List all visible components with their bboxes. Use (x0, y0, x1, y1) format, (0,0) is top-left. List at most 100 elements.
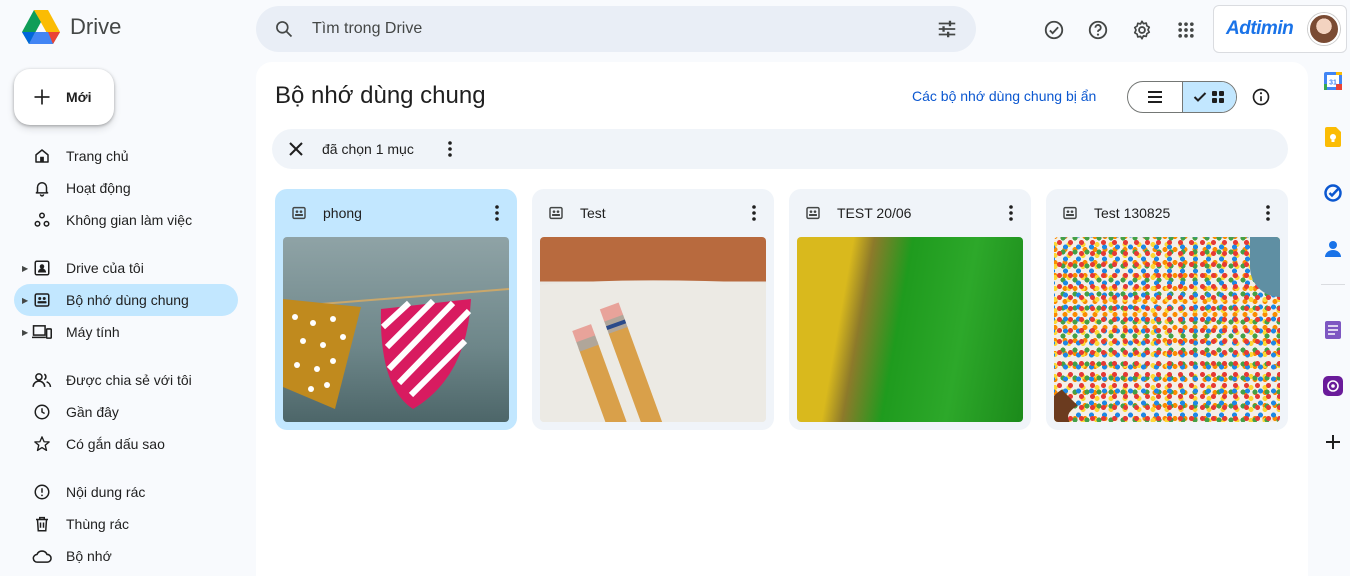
shared-drive-card[interactable]: Test 130825 (1046, 189, 1288, 430)
contacts-app-button[interactable] (1322, 238, 1344, 260)
workspaces-icon (34, 212, 50, 227)
list-icon (1147, 91, 1162, 103)
addon-assistant-button[interactable] (1322, 375, 1344, 397)
search-bar[interactable] (256, 6, 976, 52)
plus-icon (34, 89, 50, 105)
selection-bar: đã chọn 1 mục (272, 129, 1288, 169)
details-button[interactable] (1249, 85, 1273, 109)
sidebar-item-spam[interactable]: Nội dung rác (14, 476, 238, 508)
sidebar-item-label: Hoạt động (66, 180, 131, 196)
sidebar-item-label: Máy tính (66, 324, 120, 340)
side-panel-rail: 31 (1316, 70, 1350, 487)
offline-ready-button[interactable] (1032, 8, 1076, 52)
shared-drive-icon (34, 293, 50, 307)
list-view-button[interactable] (1128, 82, 1182, 112)
view-toggle[interactable] (1127, 81, 1237, 113)
sidebar-item-label: Được chia sẻ với tôi (66, 372, 192, 388)
drive-more-button[interactable] (1256, 201, 1280, 225)
pencils-image (540, 280, 766, 422)
shared-drive-icon (1063, 206, 1077, 220)
expand-caret-icon[interactable]: ▶ (22, 328, 28, 337)
drive-logo-icon (22, 10, 60, 44)
keep-app-button[interactable] (1322, 126, 1344, 148)
sidebar-item-activity[interactable]: Hoạt động (14, 172, 238, 204)
sidebar-item-label: Nội dung rác (66, 484, 146, 500)
drive-more-button[interactable] (485, 201, 509, 225)
sidebar-item-shared-drives[interactable]: ▶ Bộ nhớ dùng chung (14, 284, 238, 316)
sidebar-item-label: Có gắn dấu sao (66, 436, 165, 452)
drive-thumbnail (540, 237, 766, 422)
check-circle-icon (1044, 20, 1064, 40)
bell-icon (35, 182, 49, 197)
sidebar-item-storage[interactable]: Bộ nhớ (14, 540, 238, 572)
home-icon (35, 149, 49, 163)
gear-icon (1133, 20, 1151, 40)
sidebar-item-workspaces[interactable]: Không gian làm việc (14, 204, 238, 236)
sidebar-item-home[interactable]: Trang chủ (14, 140, 238, 172)
clock-icon (34, 404, 50, 420)
new-button[interactable]: Mới (14, 69, 114, 125)
account-button[interactable]: Adtimin (1213, 5, 1347, 53)
drive-thumbnail (1054, 237, 1280, 422)
shared-drives-grid: phong Test TEST 20/06 Test 130825 (275, 189, 1288, 430)
brand-logo: Adtimin (1226, 18, 1294, 39)
settings-button[interactable] (1120, 8, 1164, 52)
sidebar-item-recent[interactable]: Gần đây (14, 396, 238, 428)
search-icon[interactable] (274, 19, 294, 39)
calendar-app-button[interactable]: 31 (1322, 70, 1344, 92)
clear-selection-button[interactable] (284, 137, 308, 161)
bunting-image (283, 288, 509, 409)
info-icon (1252, 88, 1270, 106)
search-input[interactable] (312, 20, 936, 38)
document-icon (1325, 321, 1341, 339)
calendar-icon: 31 (1324, 72, 1342, 90)
sidebar-item-label: Không gian làm việc (66, 212, 193, 228)
sidebar-item-shared-with-me[interactable]: Được chia sẻ với tôi (14, 364, 238, 396)
hidden-shared-drives-link[interactable]: Các bộ nhớ dùng chung bị ẩn (912, 88, 1096, 104)
expand-caret-icon[interactable]: ▶ (22, 296, 28, 305)
more-vert-icon (1266, 205, 1270, 221)
help-button[interactable] (1076, 8, 1120, 52)
sidebar-item-starred[interactable]: Có gắn dấu sao (14, 428, 238, 460)
people-icon (32, 373, 52, 388)
sidebar-item-label: Trang chủ (66, 148, 129, 164)
tasks-icon (1324, 184, 1342, 202)
sidebar-item-label: Thùng rác (66, 516, 130, 532)
more-vert-icon (752, 205, 756, 221)
drive-name: Test (580, 205, 606, 221)
sidebar-item-my-drive[interactable]: ▶ Drive của tôi (14, 252, 238, 284)
grid-view-button[interactable] (1181, 82, 1236, 112)
apps-button[interactable] (1164, 8, 1208, 52)
expand-caret-icon[interactable]: ▶ (22, 264, 28, 273)
shared-drive-card[interactable]: Test (532, 189, 774, 430)
shared-drive-card[interactable]: phong (275, 189, 517, 430)
shared-drive-icon (292, 206, 306, 220)
drive-more-button[interactable] (999, 201, 1023, 225)
more-vert-icon (448, 141, 452, 157)
page-title: Bộ nhớ dùng chung (275, 82, 486, 109)
svg-text:31: 31 (1329, 80, 1337, 87)
selection-count: đã chọn 1 mục (322, 141, 414, 157)
selection-more-button[interactable] (438, 137, 462, 161)
help-icon (1088, 20, 1108, 40)
drive-name: TEST 20/06 (837, 205, 912, 221)
shared-drive-card[interactable]: TEST 20/06 (789, 189, 1031, 430)
tasks-app-button[interactable] (1322, 182, 1344, 204)
avatar[interactable] (1308, 13, 1340, 45)
addon-notes-button[interactable] (1322, 319, 1344, 341)
sidebar-item-label: Bộ nhớ dùng chung (66, 292, 189, 308)
keep-icon (1325, 127, 1341, 147)
check-icon (1194, 92, 1207, 102)
sidebar-item-computers[interactable]: ▶ Máy tính (14, 316, 238, 348)
search-options-icon[interactable] (936, 18, 958, 40)
drive-thumbnail (797, 237, 1023, 422)
sidebar-item-trash[interactable]: Thùng rác (14, 508, 238, 540)
cloud-icon (32, 550, 52, 563)
computer-icon (32, 325, 52, 339)
get-addons-button[interactable] (1322, 431, 1344, 453)
drive-logo[interactable]: Drive (22, 10, 121, 44)
more-vert-icon (495, 205, 499, 221)
trash-icon (36, 516, 48, 532)
drive-more-button[interactable] (742, 201, 766, 225)
star-icon (34, 436, 50, 452)
